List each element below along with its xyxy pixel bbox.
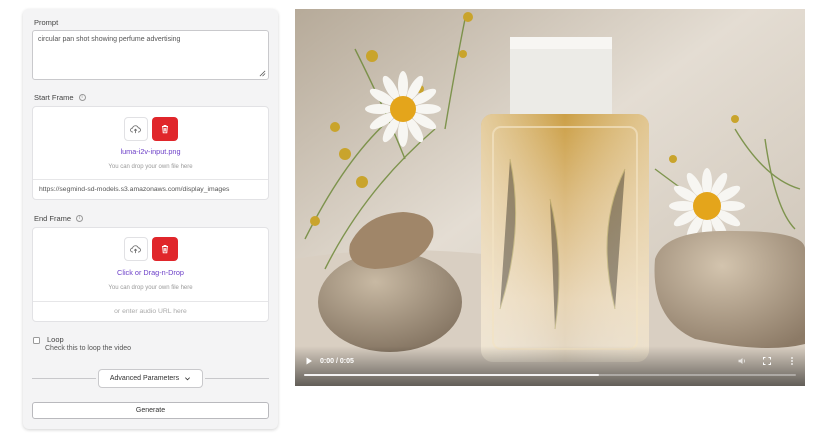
end-frame-dropzone[interactable]: Click or Drag-n-Drop You can drop your o…: [32, 227, 269, 322]
start-frame-url-input[interactable]: https://segmind-sd-models.s3.amazonaws.c…: [33, 179, 268, 199]
start-frame-delete-button[interactable]: [151, 117, 178, 141]
video-frame-image: [295, 9, 805, 386]
more-icon[interactable]: [787, 356, 797, 366]
chevron-down-icon: [185, 377, 191, 381]
loop-description: Check this to loop the video: [45, 345, 131, 352]
end-frame-label-text: End Frame: [34, 214, 72, 223]
advanced-parameters-label: Advanced Parameters: [109, 375, 180, 382]
start-frame-label-text: Start Frame: [34, 93, 74, 102]
trash-icon: [161, 245, 168, 254]
generate-button[interactable]: Generate: [32, 402, 269, 419]
divider-left: [32, 378, 96, 379]
prompt-label-text: Prompt: [34, 18, 59, 27]
end-frame-label: End Frame i: [34, 214, 84, 223]
start-frame-actions: [33, 117, 268, 141]
resize-handle-icon[interactable]: [259, 70, 266, 77]
video-progress-bar[interactable]: [304, 374, 796, 376]
end-frame-url-placeholder: or enter audio URL here: [114, 308, 187, 315]
end-frame-delete-button[interactable]: [151, 237, 178, 261]
play-icon[interactable]: [304, 356, 314, 366]
generate-label: Generate: [135, 407, 166, 414]
divider-right: [205, 378, 269, 379]
start-frame-file-name: luma-i2v-input.png: [120, 147, 181, 156]
fullscreen-icon[interactable]: [762, 356, 772, 366]
video-progress-fill: [304, 374, 600, 376]
start-frame-upload-button[interactable]: [123, 117, 148, 141]
prompt-value: circular pan shot showing perfume advert…: [38, 36, 181, 43]
info-icon[interactable]: i: [78, 94, 86, 101]
video-player[interactable]: 0:00 / 0:05: [295, 9, 805, 386]
info-icon[interactable]: i: [76, 215, 84, 222]
upload-icon: [130, 244, 141, 253]
prompt-label: Prompt: [34, 18, 58, 27]
advanced-parameters-button[interactable]: Advanced Parameters: [98, 369, 203, 388]
trash-icon: [161, 125, 168, 134]
start-frame-drop-hint: You can drop your own file here: [108, 164, 193, 170]
end-frame-upload-prompt[interactable]: Click or Drag-n-Drop: [33, 268, 268, 277]
loop-label: Loop: [47, 335, 64, 344]
end-frame-upload-button[interactable]: [123, 237, 148, 261]
end-frame-drop-hint: You can drop your own file here: [108, 285, 193, 291]
start-frame-dropzone[interactable]: luma-i2v-input.png You can drop your own…: [32, 106, 269, 200]
start-frame-label: Start Frame i: [34, 93, 86, 102]
start-frame-url-value: https://segmind-sd-models.s3.amazonaws.c…: [39, 186, 230, 193]
volume-icon[interactable]: [737, 356, 747, 366]
end-frame-actions: [33, 237, 268, 261]
settings-panel: Prompt circular pan shot showing perfume…: [23, 9, 278, 429]
video-time: 0:00 / 0:05: [320, 358, 354, 365]
loop-checkbox[interactable]: [33, 337, 40, 344]
upload-icon: [130, 124, 141, 133]
controls-overlay: [295, 346, 805, 386]
end-frame-url-input[interactable]: or enter audio URL here: [33, 301, 268, 321]
prompt-input[interactable]: circular pan shot showing perfume advert…: [32, 30, 269, 80]
